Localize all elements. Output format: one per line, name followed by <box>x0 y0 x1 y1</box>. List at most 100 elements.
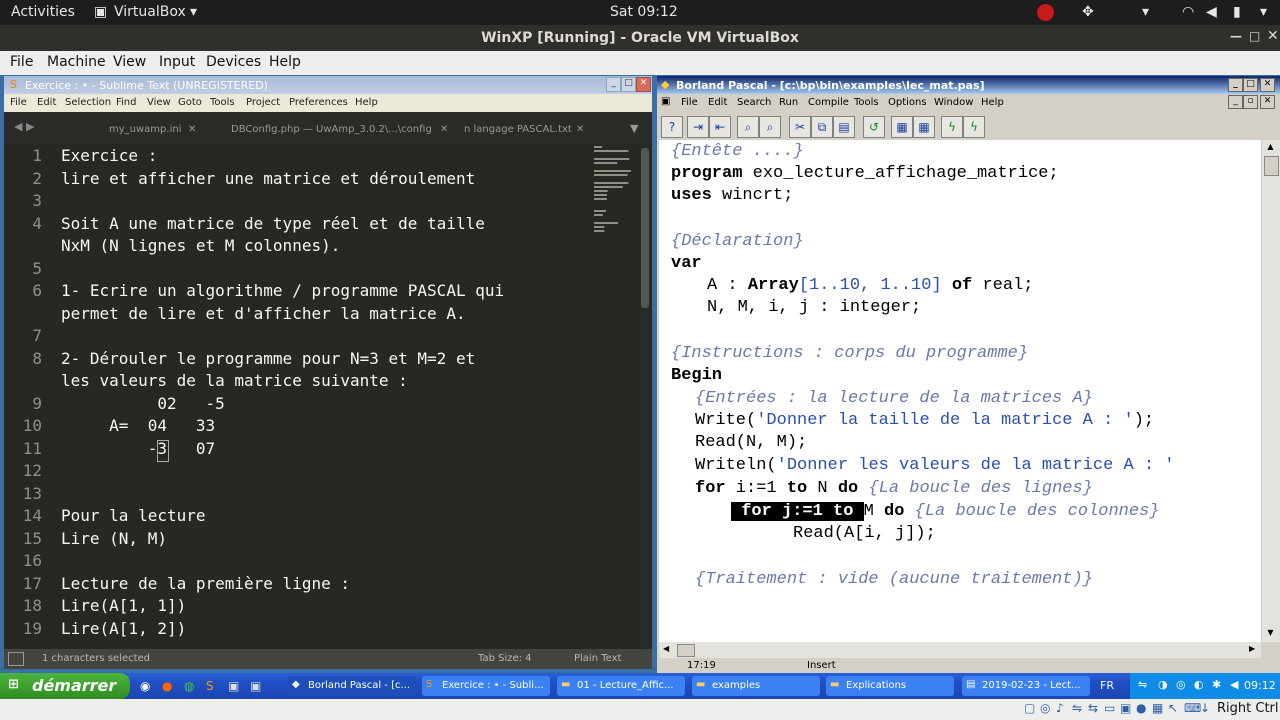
scroll-down-icon[interactable]: ▼ <box>1264 628 1277 638</box>
taskbar-item[interactable]: ▤ 2019-02-23 - Lect... <box>962 676 1090 696</box>
volume-icon[interactable]: ◀ <box>1230 678 1238 691</box>
tab-my-uwamp[interactable]: my_uwamp.ini <box>109 124 181 135</box>
close-icon[interactable]: ✕ <box>1267 28 1279 44</box>
tab-close-icon[interactable]: ✕ <box>576 124 584 135</box>
run-icon[interactable]: ϟ <box>941 116 963 138</box>
vertical-scrollbar[interactable] <box>640 144 650 649</box>
sublime-menu-tools[interactable]: Tools <box>210 97 235 108</box>
wifi-icon[interactable]: ◠ <box>1182 4 1194 20</box>
bp-menu-tools[interactable]: Tools <box>854 97 879 108</box>
pascal-editor[interactable]: {Entête ....} program exo_lecture_affich… <box>659 140 1261 642</box>
chevron-down-icon[interactable]: ▾ <box>1142 4 1149 20</box>
quick-launch-icon[interactable]: ◉ <box>140 679 150 693</box>
bp-menu-search[interactable]: Search <box>737 97 771 108</box>
vbox-menu-input[interactable]: Input <box>159 54 195 70</box>
recording-icon[interactable]: ● <box>1136 701 1146 715</box>
shared-folder-icon[interactable]: ▭ <box>1104 701 1115 715</box>
taskbar-item[interactable]: ▬ examples <box>692 676 820 696</box>
taskbar-item[interactable]: ▬ Explications <box>826 676 954 696</box>
tab-close-icon[interactable]: ✕ <box>188 124 196 135</box>
bp-menu-compile[interactable]: Compile <box>808 97 849 108</box>
minimize-icon[interactable]: — <box>1230 29 1242 43</box>
taskbar-item[interactable]: ▬ 01 - Lecture_Affic... <box>557 676 685 696</box>
step-over-icon[interactable]: ⇥ <box>687 116 709 138</box>
make-icon[interactable]: ▦ <box>913 116 935 138</box>
find-icon[interactable]: ⌕ <box>737 116 759 138</box>
vbox-menu-view[interactable]: View <box>113 54 146 70</box>
vertical-scrollbar[interactable]: ▲ ▼ <box>1262 140 1280 642</box>
volume-icon[interactable]: ◀ <box>1206 4 1217 20</box>
chevron-down-icon[interactable]: ▾ <box>1260 4 1267 20</box>
app-menu-button[interactable]: VirtualBox <box>114 4 186 20</box>
sublime-menu-help[interactable]: Help <box>355 97 378 108</box>
scroll-thumb[interactable] <box>677 644 695 657</box>
hdd-icon[interactable]: ▢ <box>1024 701 1035 715</box>
compile-icon[interactable]: ▦ <box>891 116 913 138</box>
language-indicator[interactable]: FR <box>1100 679 1114 692</box>
network-icon[interactable]: ⇋ <box>1138 678 1147 691</box>
help-icon[interactable]: ? <box>661 116 683 138</box>
taskbar-item[interactable]: S Exercice : • - Subli... <box>422 676 550 696</box>
sublime-menu-goto[interactable]: Goto <box>178 97 202 108</box>
tray-clock[interactable]: 09:12 <box>1244 679 1276 692</box>
tab-nav-arrows-icon[interactable]: ◀ ▶ <box>14 120 34 133</box>
audio-icon[interactable]: ♪ <box>1056 701 1064 715</box>
vbox-menu-devices[interactable]: Devices <box>206 54 261 70</box>
firefox-icon[interactable]: ● <box>162 679 172 693</box>
bp-menu-help[interactable]: Help <box>981 97 1004 108</box>
maximize-icon[interactable]: □ <box>1243 78 1258 92</box>
display-icon[interactable]: ▣ <box>1120 701 1131 715</box>
panel-icon[interactable] <box>8 652 24 666</box>
cpu-icon[interactable]: ▦ <box>1152 701 1163 715</box>
vbox-menu-machine[interactable]: Machine <box>47 54 106 70</box>
start-button[interactable]: ⊞ démarrer <box>0 673 130 699</box>
chevron-down-icon[interactable]: ▼ <box>630 122 638 135</box>
keyboard-icon[interactable]: ⌨ <box>1184 701 1201 715</box>
sublime-menu-edit[interactable]: Edit <box>37 97 56 108</box>
tab-size-status[interactable]: Tab Size: 4 <box>478 653 532 664</box>
bp-menu-edit[interactable]: Edit <box>708 97 727 108</box>
app-icon[interactable]: ▣ <box>228 679 239 693</box>
sublime-menu-selection[interactable]: Selection <box>65 97 111 108</box>
scroll-up-icon[interactable]: ▲ <box>1264 142 1277 152</box>
tray-icon[interactable]: ◎ <box>1176 678 1186 691</box>
close-icon[interactable]: ✕ <box>1260 78 1275 92</box>
sublime-icon[interactable]: S <box>206 679 214 693</box>
doc-close-icon[interactable]: ✕ <box>1260 95 1275 109</box>
bp-menu-file[interactable]: File <box>681 97 698 108</box>
sublime-menu-project[interactable]: Project <box>246 97 280 108</box>
scroll-thumb[interactable] <box>641 148 649 308</box>
dropbox-icon[interactable]: ✥ <box>1082 4 1094 20</box>
bp-menu-run[interactable]: Run <box>779 97 798 108</box>
copy-icon[interactable]: ⧉ <box>811 116 833 138</box>
maximize-icon[interactable]: □ <box>1249 29 1260 43</box>
trace-into-icon[interactable]: ⇤ <box>709 116 731 138</box>
sublime-menu-view[interactable]: View <box>147 97 171 108</box>
scroll-left-icon[interactable]: ◀ <box>663 644 669 653</box>
vbox-menu-file[interactable]: File <box>10 54 33 70</box>
paste-icon[interactable]: ▤ <box>833 116 855 138</box>
chrome-icon[interactable]: ◍ <box>184 679 194 693</box>
minimap[interactable] <box>590 144 640 244</box>
horizontal-scrollbar[interactable]: ◀ ▶ <box>659 642 1261 658</box>
usb-icon[interactable]: ⇆ <box>1088 701 1098 715</box>
tray-icon[interactable]: ◐ <box>1194 678 1204 691</box>
close-icon[interactable]: ✕ <box>636 77 651 92</box>
maximize-icon[interactable]: □ <box>621 77 636 92</box>
cut-icon[interactable]: ✂ <box>789 116 811 138</box>
minimize-icon[interactable]: _ <box>606 77 621 92</box>
taskbar-item[interactable]: ◆ Borland Pascal - [c... <box>288 676 416 696</box>
network-icon[interactable]: ⇋ <box>1072 701 1082 715</box>
sublime-editor[interactable]: 1 2 3 4 5 6 7 8 9 10 11 12 13 14 15 16 17 18 19 Exercice :… <box>4 144 652 649</box>
clock[interactable]: Sat 09:12 <box>610 4 678 20</box>
record-icon[interactable] <box>1037 4 1054 21</box>
doc-restore-icon[interactable]: ▫ <box>1243 95 1258 109</box>
bp-menu-options[interactable]: Options <box>888 97 927 108</box>
find-next-icon[interactable]: ⌕ <box>759 116 781 138</box>
battery-icon[interactable]: ▮ <box>1233 4 1241 20</box>
tab-dbconfig[interactable]: DBConfig.php — UwAmp_3.0.2\...\config <box>231 124 432 135</box>
scroll-thumb[interactable] <box>1264 156 1279 176</box>
activities-button[interactable]: Activities <box>11 4 75 20</box>
run-stop-icon[interactable]: ϟ <box>963 116 985 138</box>
sublime-menu-find[interactable]: Find <box>116 97 137 108</box>
